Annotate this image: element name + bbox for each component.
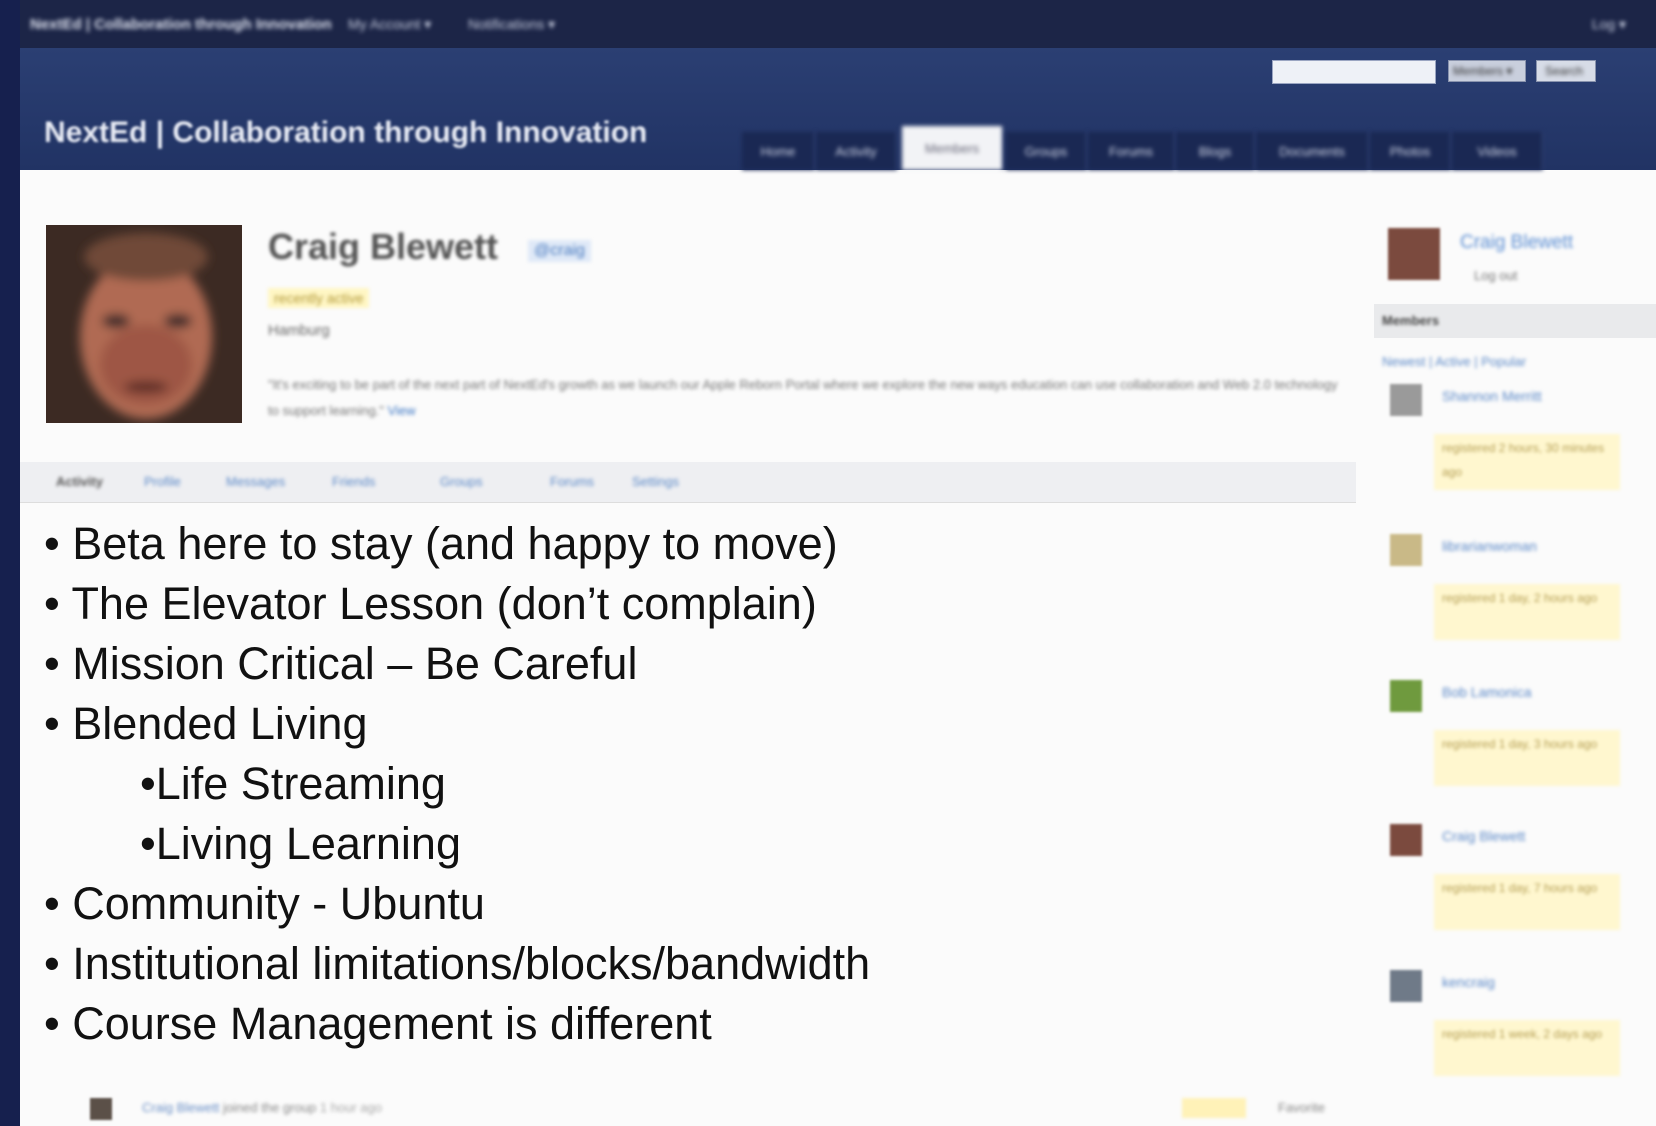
- member-name-link[interactable]: librarianwoman: [1442, 534, 1552, 558]
- my-account-menu[interactable]: My Account ▾: [348, 16, 431, 33]
- profile-tab-profile[interactable]: Profile: [144, 474, 181, 489]
- feed-user-link[interactable]: Craig Blewett: [142, 1100, 219, 1115]
- log-menu[interactable]: Log ▾: [1592, 16, 1626, 33]
- feed-text: Craig Blewett joined the group 1 hour ag…: [142, 1100, 382, 1115]
- profile-avatar[interactable]: [46, 225, 242, 423]
- member-list-item[interactable]: librarianwoman registered 1 day, 2 hours…: [1374, 534, 1656, 674]
- search-button-label: Search: [1545, 64, 1584, 78]
- notifications-menu[interactable]: Notifications ▾: [468, 16, 555, 33]
- member-registered-note: registered 1 week, 2 days ago: [1434, 1020, 1620, 1076]
- members-filter-links[interactable]: Newest | Active | Popular: [1382, 354, 1526, 369]
- member-name-link[interactable]: Bob Lamonica: [1442, 680, 1552, 704]
- slide-bullet-list: • Beta here to stay (and happy to move) …: [44, 514, 870, 1054]
- profile-tab-activity[interactable]: Activity: [56, 474, 103, 489]
- bullet-item: • Community - Ubuntu: [44, 878, 485, 929]
- profile-tab-settings[interactable]: Settings: [632, 474, 679, 489]
- nav-tab-documents[interactable]: Documents: [1256, 132, 1369, 170]
- nav-tab-members[interactable]: Members: [902, 126, 1003, 170]
- member-registered-note: registered 1 day, 2 hours ago: [1434, 584, 1620, 640]
- current-user-name[interactable]: Craig Blewett: [1460, 232, 1573, 254]
- logout-link[interactable]: Log out: [1474, 268, 1517, 283]
- member-registered-note: registered 1 day, 7 hours ago: [1434, 874, 1620, 930]
- search-scope-select[interactable]: Members ▾: [1448, 60, 1526, 82]
- profile-tab-forums[interactable]: Forums: [550, 474, 594, 489]
- site-header: Members ▾ Search NextEd | Collaboration …: [20, 48, 1656, 170]
- member-name-link[interactable]: Craig Blewett: [1442, 824, 1552, 848]
- profile-location: Hamburg: [268, 322, 330, 339]
- member-avatar-icon: [1390, 534, 1422, 566]
- sidebar: Craig Blewett Log out Members Newest | A…: [1374, 208, 1656, 1126]
- member-avatar-icon: [1390, 680, 1422, 712]
- nav-tab-forums[interactable]: Forums: [1088, 132, 1175, 170]
- nav-tab-home[interactable]: Home: [742, 132, 815, 170]
- profile-quote-text: "It's exciting to be part of the next pa…: [268, 377, 1338, 418]
- bullet-item: • Institutional limitations/blocks/bandw…: [44, 938, 871, 989]
- member-registered-note: registered 2 hours, 30 minutes ago: [1434, 434, 1620, 490]
- member-list-item[interactable]: kencraig registered 1 week, 2 days ago: [1374, 970, 1656, 1110]
- member-list-item[interactable]: Craig Blewett registered 1 day, 7 hours …: [1374, 824, 1656, 964]
- member-registered-note: registered 1 day, 3 hours ago: [1434, 730, 1620, 786]
- site-title[interactable]: NextEd | Collaboration through Innovatio…: [44, 116, 647, 150]
- member-list-item[interactable]: Shannon Merritt registered 2 hours, 30 m…: [1374, 384, 1656, 524]
- bullet-item: • Course Management is different: [44, 998, 712, 1049]
- admin-bar: NextEd | Collaboration through Innovatio…: [20, 0, 1656, 48]
- search-input[interactable]: [1272, 60, 1436, 84]
- activity-feed-item: Craig Blewett joined the group 1 hour ag…: [90, 1098, 1350, 1122]
- bullet-subitem: •Living Learning: [140, 818, 461, 869]
- current-user-avatar[interactable]: [1388, 228, 1440, 280]
- nav-tab-activity[interactable]: Activity: [816, 132, 897, 170]
- member-avatar-icon: [1390, 384, 1422, 416]
- feed-badge: [1182, 1098, 1246, 1118]
- member-avatar-icon: [1390, 970, 1422, 1002]
- profile-tab-friends[interactable]: Friends: [332, 474, 375, 489]
- nav-tab-blogs[interactable]: Blogs: [1176, 132, 1255, 170]
- profile-quote-view-link[interactable]: View: [388, 403, 416, 418]
- search-button[interactable]: Search: [1536, 60, 1596, 82]
- members-widget-title: Members: [1382, 313, 1440, 328]
- member-name-link[interactable]: kencraig: [1442, 970, 1552, 994]
- admin-bar-brand-link[interactable]: NextEd | Collaboration through Innovatio…: [30, 16, 332, 33]
- member-avatar-icon: [1390, 824, 1422, 856]
- profile-handle-badge[interactable]: @craig: [528, 240, 591, 262]
- feed-action-text: joined the group: [222, 1100, 317, 1115]
- search-scope-label: Members ▾: [1453, 64, 1513, 78]
- profile-avatar-image: [46, 225, 242, 423]
- bullet-item: • The Elevator Lesson (don’t complain): [44, 578, 817, 629]
- bullet-item: • Beta here to stay (and happy to move): [44, 518, 838, 569]
- bullet-item: • Blended Living: [44, 698, 368, 749]
- profile-name: Craig Blewett: [268, 226, 499, 267]
- feed-avatar[interactable]: [90, 1098, 112, 1120]
- bullet-subitem: •Life Streaming: [140, 758, 446, 809]
- nav-tab-groups[interactable]: Groups: [1006, 132, 1087, 170]
- feed-time: 1 hour ago: [319, 1100, 382, 1115]
- members-widget-header: Members: [1374, 304, 1656, 338]
- profile-quote: "It's exciting to be part of the next pa…: [268, 372, 1348, 424]
- nav-tab-videos[interactable]: Videos: [1452, 132, 1543, 170]
- member-list-item[interactable]: Bob Lamonica registered 1 day, 3 hours a…: [1374, 680, 1656, 820]
- bullet-item: • Mission Critical – Be Careful: [44, 638, 638, 689]
- feed-favorite-link[interactable]: Favorite: [1278, 1100, 1325, 1115]
- profile-tab-messages[interactable]: Messages: [226, 474, 285, 489]
- nav-tab-photos[interactable]: Photos: [1370, 132, 1451, 170]
- profile-tabs: Activity Profile Messages Friends Groups…: [20, 462, 1356, 503]
- profile-tab-groups[interactable]: Groups: [440, 474, 483, 489]
- browser-viewport: NextEd | Collaboration through Innovatio…: [20, 0, 1656, 1126]
- activity-status-badge: recently active: [268, 288, 370, 308]
- member-name-link[interactable]: Shannon Merritt: [1442, 384, 1552, 408]
